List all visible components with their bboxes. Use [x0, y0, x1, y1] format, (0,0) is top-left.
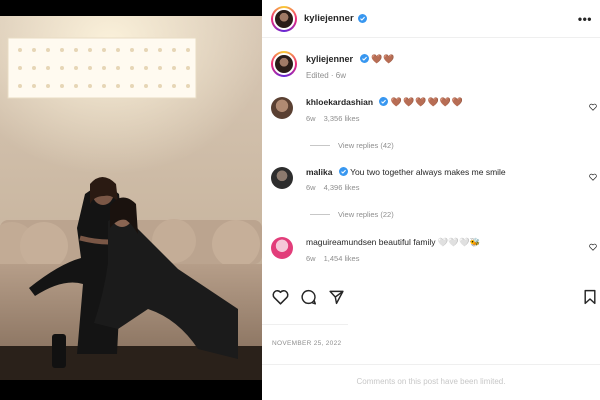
caption-text: 🤎🤎 — [371, 54, 396, 64]
caption: kyliejenner 🤎🤎 Edited · 6w — [271, 51, 395, 80]
photo-image — [0, 16, 262, 380]
comment-likes[interactable]: 3,356 likes — [324, 114, 360, 123]
comment-like-heart-icon[interactable] — [589, 103, 597, 111]
comment-likes[interactable]: 4,396 likes — [324, 183, 360, 192]
comment-text: beautiful family 🤍🤍🤍🐝 — [378, 237, 481, 247]
post-date: NOVEMBER 25, 2022 — [272, 340, 342, 347]
comment-item: khloekardashian 🤎🤎🤎🤎🤎🤎 6w 3,356 likes — [271, 97, 599, 123]
photo-illustration — [0, 16, 262, 380]
comments-limited-notice: Comments on this post have been limited. — [356, 377, 506, 386]
view-replies-label: View replies (42) — [338, 141, 394, 150]
comment-likes[interactable]: 1,454 likes — [324, 254, 360, 263]
caption-meta: Edited · 6w — [306, 71, 347, 80]
comment-age: 6w — [306, 254, 316, 263]
avatar[interactable] — [271, 5, 297, 32]
comment-text: 🤎🤎🤎🤎🤎🤎 — [390, 97, 465, 107]
replies-line — [310, 145, 330, 146]
bookmark-icon[interactable] — [583, 289, 597, 305]
comment-text: You two together always makes me smile — [350, 167, 506, 177]
comment-like-heart-icon[interactable] — [589, 243, 597, 251]
commenter-avatar[interactable] — [271, 237, 293, 259]
comment-username[interactable]: maguireamundsen — [306, 237, 376, 247]
caption-avatar[interactable] — [271, 51, 297, 77]
caption-username[interactable]: kyliejenner — [306, 54, 353, 64]
action-bar — [272, 289, 597, 307]
post-photo[interactable] — [0, 0, 262, 400]
verified-badge-icon — [359, 54, 369, 63]
post-panel: kyliejenner ••• kyliejenner 🤎🤎 Edited · … — [262, 0, 600, 400]
post-header: kyliejenner ••• — [262, 0, 600, 38]
comment-age: 6w — [306, 114, 316, 123]
comment-username[interactable]: khloekardashian — [306, 97, 373, 107]
commenter-avatar[interactable] — [271, 167, 293, 189]
view-replies-button[interactable]: View replies (22) — [310, 210, 394, 219]
comment-item: maguireamundsen beautiful family 🤍🤍🤍🐝 6w… — [271, 237, 599, 263]
view-replies-button[interactable]: View replies (42) — [310, 141, 394, 150]
heart-icon[interactable] — [272, 289, 289, 305]
replies-line — [310, 214, 330, 215]
comment-item: malika You two together always makes me … — [271, 167, 599, 192]
verified-badge-icon — [379, 97, 389, 106]
divider — [262, 324, 348, 325]
verified-badge-icon — [357, 14, 367, 23]
verified-badge-icon — [338, 167, 348, 176]
comment-like-heart-icon[interactable] — [589, 173, 597, 181]
more-options-icon[interactable]: ••• — [578, 12, 592, 26]
share-icon[interactable] — [328, 289, 345, 305]
view-replies-label: View replies (22) — [338, 210, 394, 219]
comment-username[interactable]: malika — [306, 167, 332, 177]
divider — [262, 364, 600, 365]
comment-age: 6w — [306, 183, 316, 192]
comment-icon[interactable] — [300, 289, 317, 305]
post-username[interactable]: kyliejenner — [304, 13, 354, 24]
commenter-avatar[interactable] — [271, 97, 293, 119]
